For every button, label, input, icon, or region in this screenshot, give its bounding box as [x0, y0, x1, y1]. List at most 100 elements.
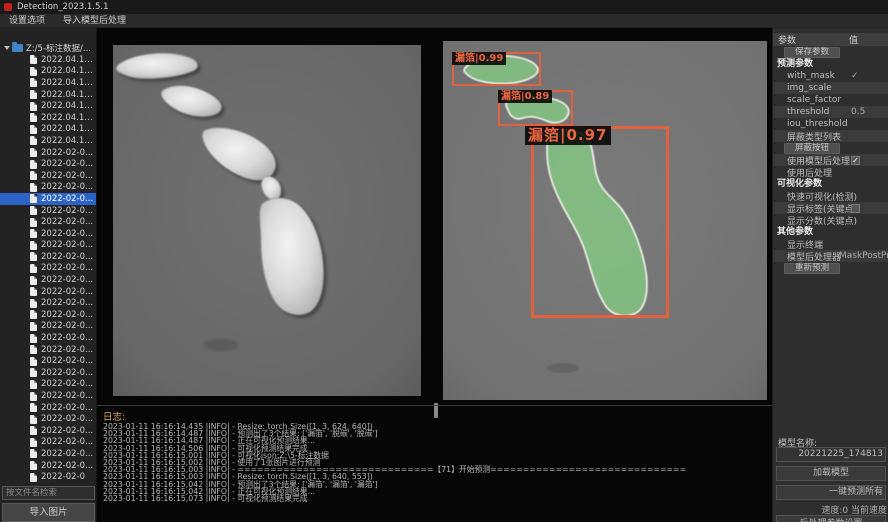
original-image[interactable] — [113, 45, 421, 396]
param-row[interactable]: img_scale — [773, 82, 888, 94]
tree-file-item[interactable]: 2022-02-0... — [0, 309, 97, 321]
file-tree-panel: Z:/5-标注数据/... 2022.04.12...2022.04.12...… — [0, 28, 97, 522]
tree-file-label: 2022-02-0... — [41, 437, 93, 447]
tree-file-item[interactable]: 2022-02-0... — [0, 240, 97, 252]
tree-file-item[interactable]: 2022-02-0... — [0, 286, 97, 298]
tree-file-item[interactable]: 2022-02-0... — [0, 425, 97, 437]
param-checkbox[interactable] — [851, 204, 860, 213]
tree-file-item[interactable]: 2022-02-0... — [0, 263, 97, 275]
param-row[interactable]: 显示标签(关键点) — [773, 202, 888, 214]
model-name-field[interactable]: 20221225_174813 — [776, 447, 886, 462]
tree-file-item[interactable]: 2022.04.12... — [0, 112, 97, 124]
tree-file-label: 2022.04.12... — [41, 113, 97, 123]
file-icon — [30, 449, 37, 458]
tree-file-item[interactable]: 2022.04.12... — [0, 89, 97, 101]
tree-file-label: 2022-02-0... — [41, 287, 93, 297]
tree-file-label: 2022-02-0... — [41, 356, 93, 366]
log-output[interactable]: 2023-01-11 16:16:14,435 |INFO| - Resize:… — [103, 423, 767, 502]
file-icon — [30, 102, 37, 111]
tree-file-item[interactable]: 2022-02-0... — [0, 274, 97, 286]
param-row[interactable]: 显示分数(关键点) — [773, 214, 888, 226]
tree-file-item[interactable]: 2022-02-0... — [0, 448, 97, 460]
param-row[interactable]: 使用后处理 — [773, 166, 888, 178]
param-row[interactable]: 模型后处理器MaskPostPro — [773, 250, 888, 262]
tree-file-item[interactable]: 2022-02-0... — [0, 297, 97, 309]
menu-import-postprocess[interactable]: 导入模型后处理 — [54, 14, 135, 28]
detection-label: 漏箔|0.99 — [452, 52, 506, 65]
param-row[interactable]: 显示终端 — [773, 238, 888, 250]
file-icon — [30, 322, 37, 331]
param-section-header: 其他参数 — [773, 226, 888, 238]
param-section-header: 可视化参数 — [773, 178, 888, 190]
tree-file-item[interactable]: 2022-02-0... — [0, 147, 97, 159]
tree-file-item[interactable]: 2022-02-0... — [0, 158, 97, 170]
param-button-row: 屏蔽按钮 — [773, 142, 888, 154]
original-image-canvas — [113, 45, 421, 396]
tree-file-item[interactable]: 2022-02-0... — [0, 390, 97, 402]
predict-all-button[interactable]: 一键预测所有 — [776, 485, 886, 500]
tree-file-label: 2022-02-0... — [41, 298, 93, 308]
param-action-button[interactable]: 重新预测 — [784, 263, 840, 274]
tree-file-item[interactable]: 2022-02-0... — [0, 193, 97, 205]
tree-file-item[interactable]: 2022-02-0... — [0, 379, 97, 391]
tree-file-item[interactable]: 2022-02-0... — [0, 332, 97, 344]
param-action-button[interactable]: 屏蔽按钮 — [784, 143, 840, 154]
file-icon — [30, 415, 37, 424]
param-row[interactable]: 使用模型后处理✓ — [773, 154, 888, 166]
tree-file-label: 2022-02-0... — [41, 333, 93, 343]
tree-file-item[interactable]: 2022-02-0... — [0, 321, 97, 333]
tree-file-item[interactable]: 2022.04.12... — [0, 100, 97, 112]
tree-file-item[interactable]: 2022-02-0... — [0, 437, 97, 449]
tree-file-item[interactable]: 2022-02-0... — [0, 170, 97, 182]
tree-file-label: 2022-02-0... — [41, 403, 93, 413]
param-table-header: 参数 值 — [773, 33, 888, 46]
param-row[interactable]: scale_factor — [773, 94, 888, 106]
param-action-button[interactable]: 保存参数 — [784, 47, 840, 58]
file-icon — [30, 78, 37, 87]
param-row[interactable]: 快速可视化(检测) — [773, 190, 888, 202]
tree-file-item[interactable]: 2022-02-0... — [0, 228, 97, 240]
tree-file-item[interactable]: 2022-02-0... — [0, 251, 97, 263]
param-row[interactable]: with_mask✓ — [773, 70, 888, 82]
tree-file-item[interactable]: 2022-02-0... — [0, 355, 97, 367]
tree-file-item[interactable]: 2022-02-0 — [0, 471, 97, 483]
tree-file-item[interactable]: 2022-02-0... — [0, 205, 97, 217]
tree-file-item[interactable]: 2022-02-0... — [0, 216, 97, 228]
parameters-panel: 参数 值 保存参数预测参数with_mask✓img_scalescale_fa… — [772, 28, 888, 522]
tree-file-label: 2022-02-0... — [41, 345, 93, 355]
param-label: 使用后处理 — [773, 166, 888, 179]
file-icon — [30, 392, 37, 401]
param-checkbox[interactable]: ✓ — [851, 156, 860, 165]
tree-file-item[interactable]: 2022.04.12... — [0, 124, 97, 136]
param-row[interactable]: 屏蔽类型列表 — [773, 130, 888, 142]
tree-file-item[interactable]: 2022-02-0... — [0, 344, 97, 356]
log-line: 2023-01-11 16:16:15,073 |INFO| - 可视化预测结果… — [103, 495, 767, 502]
tree-file-item[interactable]: 2022.04.12... — [0, 77, 97, 89]
tree-expand-arrow-icon[interactable] — [4, 46, 10, 50]
prediction-image[interactable]: 漏箔|0.99漏箔|0.89漏箔|0.97 — [443, 41, 767, 400]
tree-file-item[interactable]: 2022-02-0... — [0, 367, 97, 379]
tree-root-label: Z:/5-标注数据/... — [26, 42, 91, 54]
param-row[interactable]: threshold0.5 — [773, 106, 888, 118]
tree-file-item[interactable]: 2022.04.12... — [0, 135, 97, 147]
tree-file-label: 2022-02-0... — [41, 206, 93, 216]
import-images-button[interactable]: 导入图片 — [2, 503, 95, 522]
file-icon — [30, 299, 37, 308]
tree-file-label: 2022-02-0... — [41, 263, 93, 273]
app-window: Detection_2023.1.5.1 设置选项 导入模型后处理 Z:/5-标… — [0, 0, 888, 522]
tree-file-item[interactable]: 2022.04.12... — [0, 54, 97, 66]
postprocess-settings-button[interactable]: 后处理参数设置 — [776, 515, 886, 522]
tree-file-item[interactable]: 2022-02-0... — [0, 413, 97, 425]
param-label: scale_factor — [773, 95, 888, 105]
tree-root-folder[interactable]: Z:/5-标注数据/... — [0, 42, 97, 54]
search-input[interactable] — [2, 486, 95, 500]
param-row[interactable]: iou_threshold — [773, 118, 888, 130]
tree-file-item[interactable]: 2022-02-0... — [0, 402, 97, 414]
tree-file-item[interactable]: 2022-02-0... — [0, 460, 97, 472]
tree-file-item[interactable]: 2022-02-0... — [0, 182, 97, 194]
file-icon — [30, 438, 37, 447]
file-icon — [30, 310, 37, 319]
load-model-button[interactable]: 加载模型 — [776, 466, 886, 481]
tree-file-item[interactable]: 2022.04.12... — [0, 66, 97, 78]
menu-settings[interactable]: 设置选项 — [0, 14, 54, 28]
